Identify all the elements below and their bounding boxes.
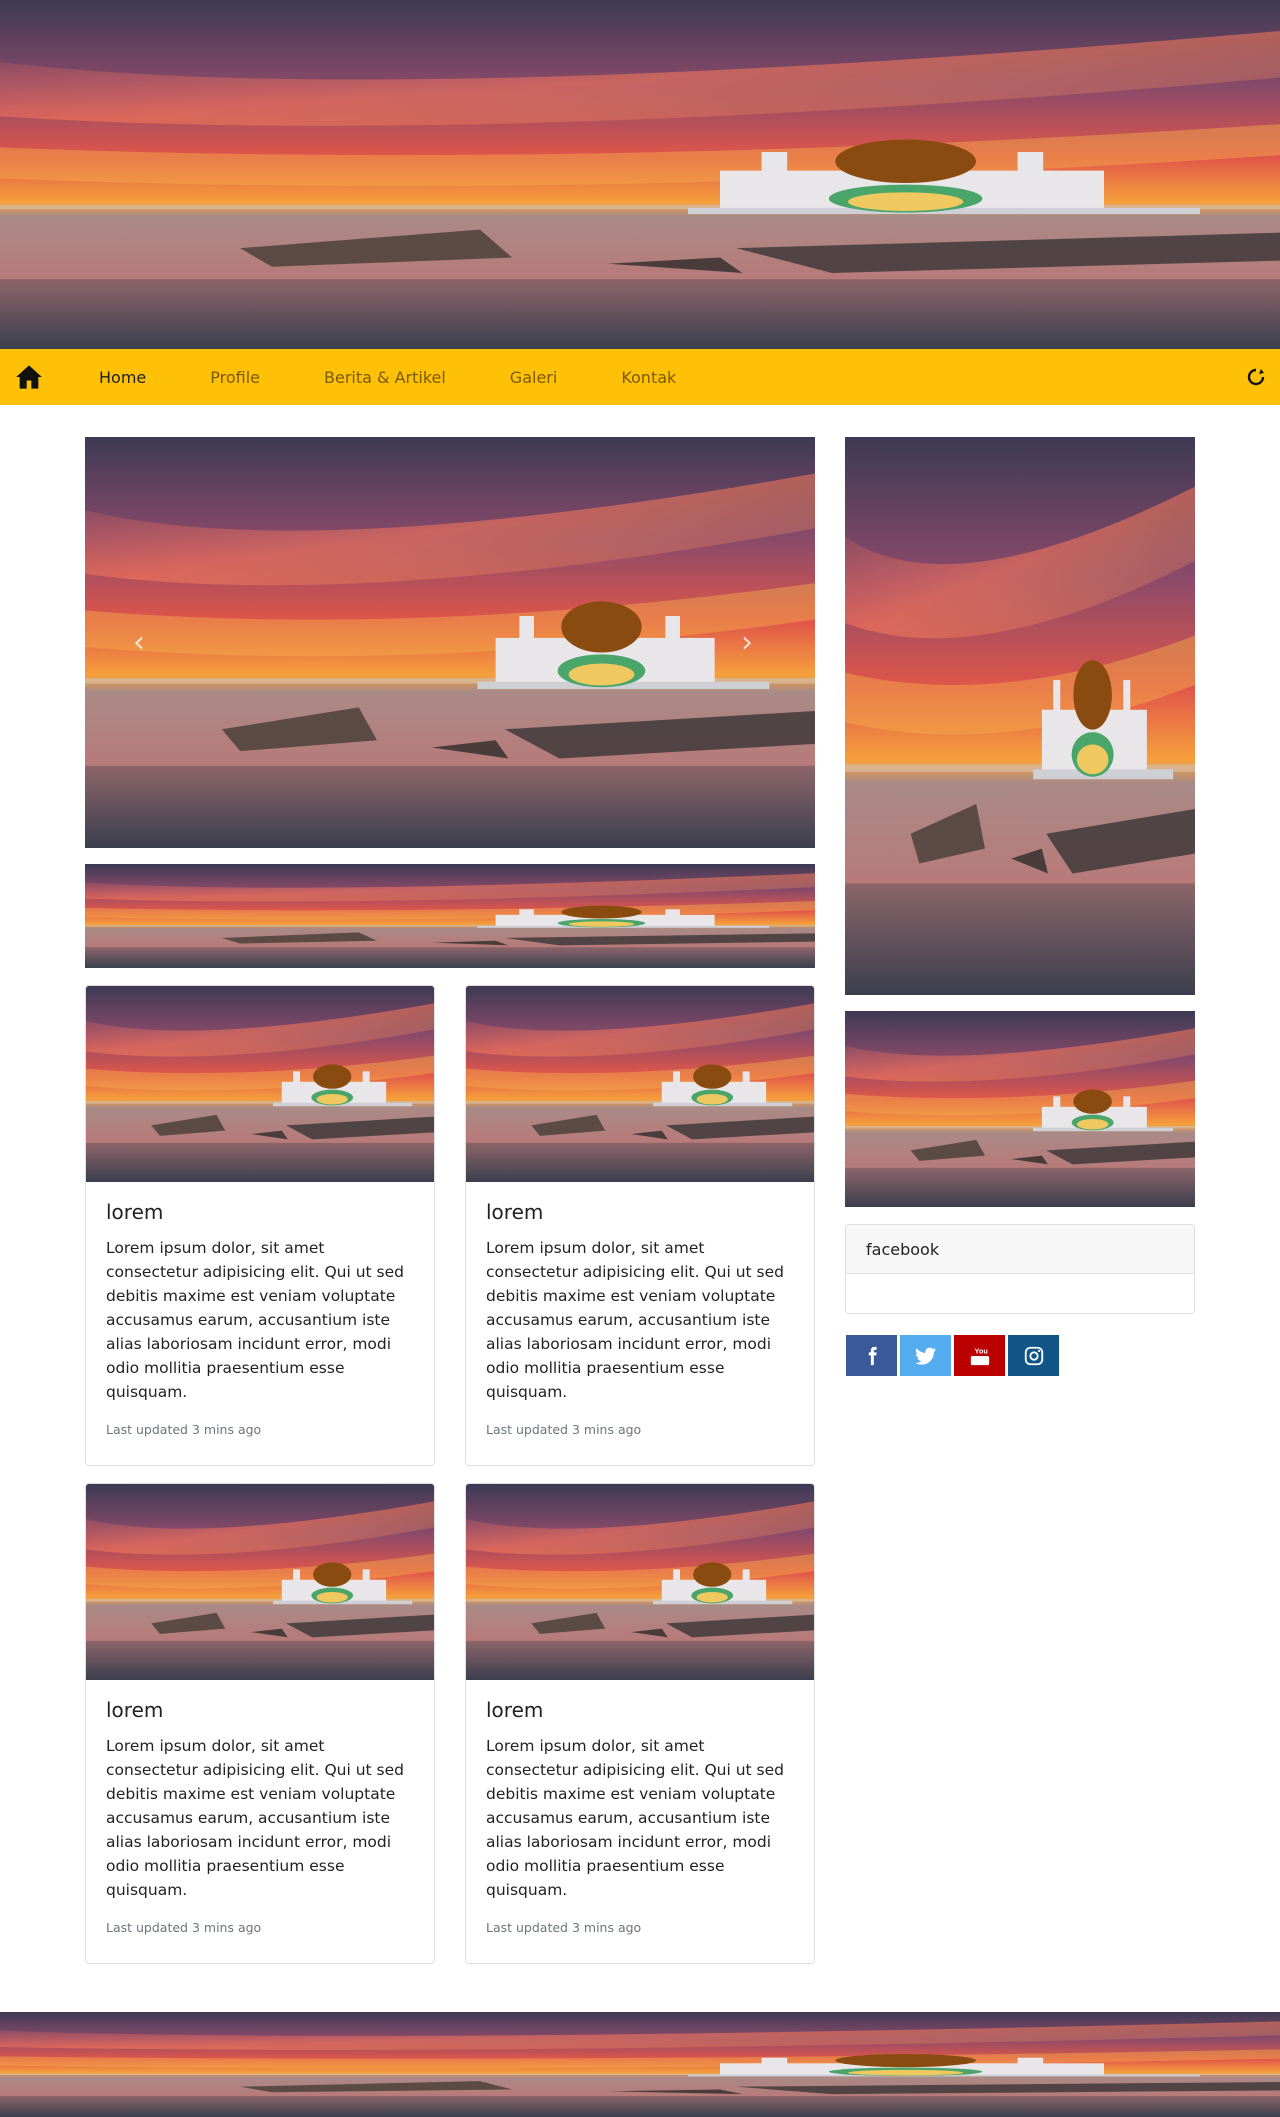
- card-title: lorem: [106, 1698, 164, 1722]
- youtube-button[interactable]: You: [954, 1335, 1005, 1376]
- sidebar-image: [845, 1011, 1195, 1207]
- card-image: [466, 986, 814, 1182]
- carousel-prev-button[interactable]: ‹: [124, 625, 154, 661]
- card-image: [86, 1484, 434, 1680]
- article-card[interactable]: lorem Lorem ipsum dolor, sit amet consec…: [85, 1483, 435, 1964]
- card-text: Lorem ipsum dolor, sit amet consectetur …: [486, 1239, 784, 1401]
- card-updated-time: Last updated 3 mins ago: [486, 1920, 642, 1935]
- refresh-icon[interactable]: [1246, 367, 1266, 387]
- facebook-widget: facebook: [845, 1224, 1195, 1314]
- facebook-icon: [868, 1346, 877, 1365]
- youtube-icon: You: [970, 1346, 989, 1365]
- svg-text:You: You: [974, 1346, 987, 1355]
- article-card[interactable]: lorem Lorem ipsum dolor, sit amet consec…: [85, 985, 435, 1466]
- article-card[interactable]: lorem Lorem ipsum dolor, sit amet consec…: [465, 1483, 815, 1964]
- card-updated-time: Last updated 3 mins ago: [486, 1422, 642, 1437]
- header-banner-image: [0, 0, 1280, 349]
- card-image: [86, 986, 434, 1182]
- nav-link-kontak[interactable]: Kontak: [621, 368, 676, 387]
- home-icon[interactable]: [15, 364, 43, 390]
- card-title: lorem: [486, 1200, 544, 1224]
- twitter-button[interactable]: [900, 1335, 951, 1376]
- social-links: You: [846, 1335, 1062, 1376]
- panorama-banner-image: [85, 864, 815, 968]
- carousel-next-button[interactable]: ›: [732, 625, 762, 661]
- facebook-button[interactable]: [846, 1335, 897, 1376]
- card-text: Lorem ipsum dolor, sit amet consectetur …: [106, 1239, 404, 1401]
- card-title: lorem: [106, 1200, 164, 1224]
- card-text: Lorem ipsum dolor, sit amet consectetur …: [106, 1737, 404, 1899]
- navbar: Home Profile Berita & Artikel Galeri Kon…: [0, 349, 1280, 405]
- card-updated-time: Last updated 3 mins ago: [106, 1422, 262, 1437]
- nav-link-galeri[interactable]: Galeri: [510, 368, 558, 387]
- nav-link-berita-artikel[interactable]: Berita & Artikel: [324, 368, 446, 387]
- twitter-icon: [914, 1347, 936, 1365]
- card-text: Lorem ipsum dolor, sit amet consectetur …: [486, 1737, 784, 1899]
- card-title: lorem: [486, 1698, 544, 1722]
- nav-link-profile[interactable]: Profile: [210, 368, 260, 387]
- image-carousel[interactable]: ‹ ›: [85, 437, 815, 848]
- card-updated-time: Last updated 3 mins ago: [106, 1920, 262, 1935]
- sidebar-portrait-image: [845, 437, 1195, 995]
- facebook-widget-title: facebook: [846, 1225, 1194, 1274]
- footer-banner-image: [0, 2012, 1280, 2117]
- card-image: [466, 1484, 814, 1680]
- instagram-icon: [1024, 1346, 1043, 1365]
- nav-menu: Home Profile Berita & Artikel Galeri Kon…: [99, 349, 740, 405]
- instagram-button[interactable]: [1008, 1335, 1059, 1376]
- article-card[interactable]: lorem Lorem ipsum dolor, sit amet consec…: [465, 985, 815, 1466]
- nav-link-home[interactable]: Home: [99, 368, 146, 387]
